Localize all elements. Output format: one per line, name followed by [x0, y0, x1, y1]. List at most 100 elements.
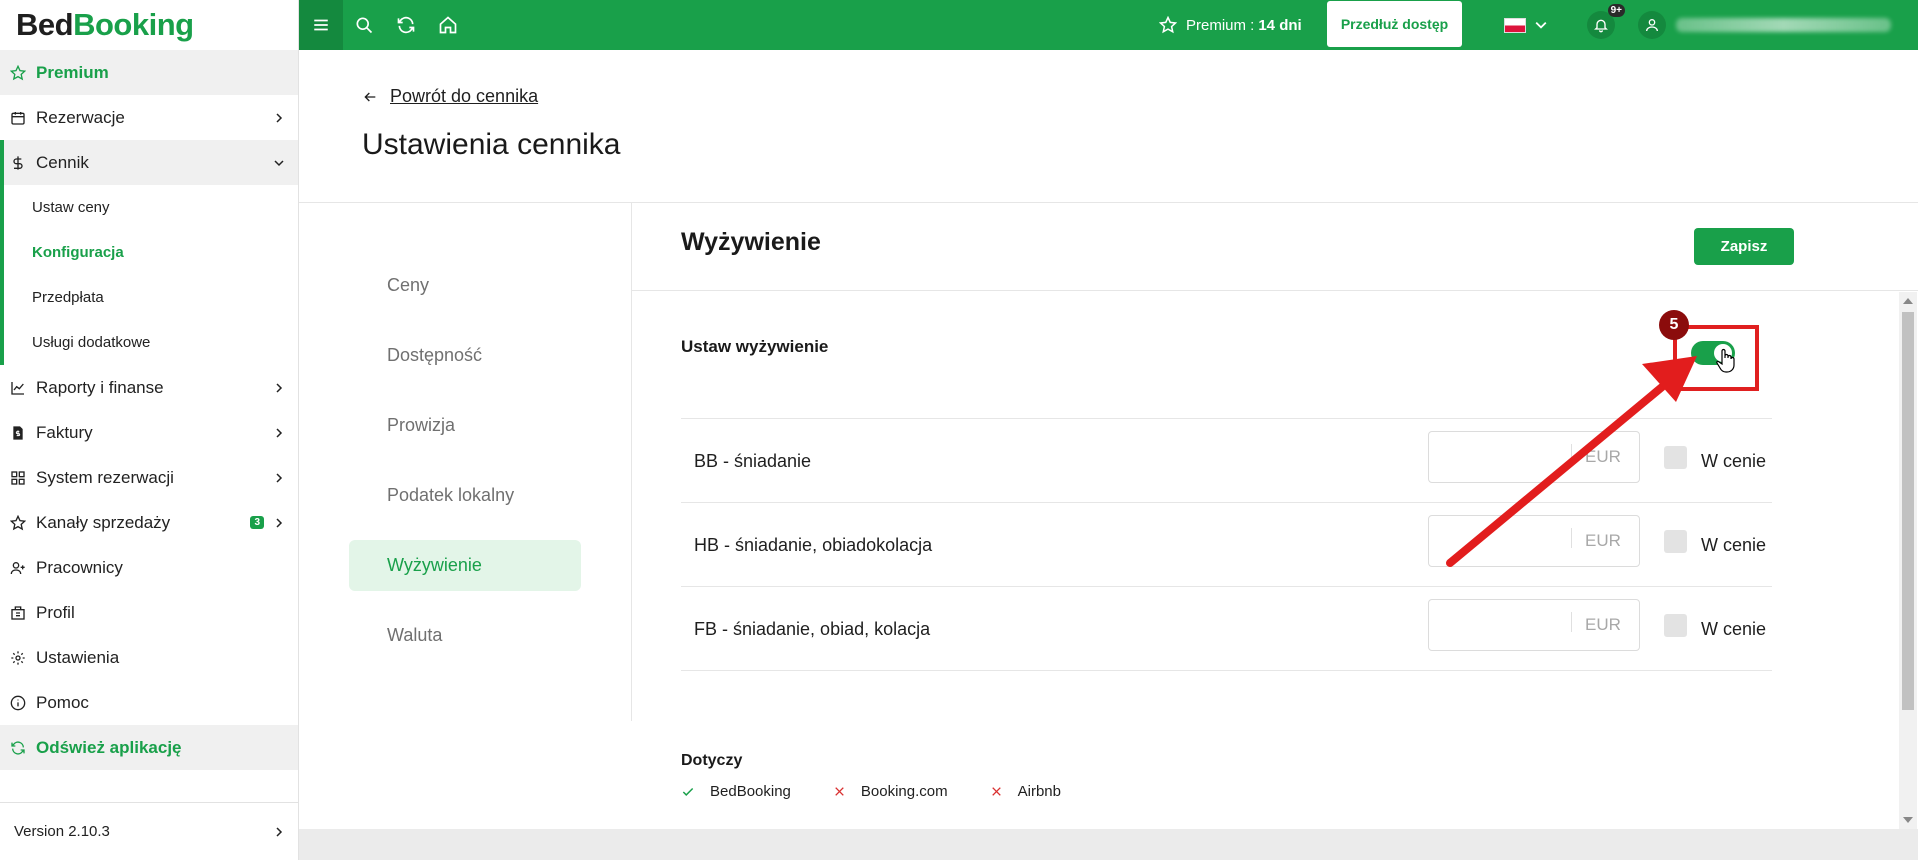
sidebar-item-rezerwacje[interactable]: Rezerwacje: [0, 95, 298, 140]
applies-item-label: BedBooking: [710, 783, 791, 800]
tab-prowizja[interactable]: Prowizja: [349, 400, 581, 451]
brand-logo[interactable]: Bed Booking: [0, 0, 298, 50]
sidebar-item-pracownicy[interactable]: Pracownicy: [0, 545, 298, 590]
home-icon: [439, 16, 457, 34]
sidebar-nav: Premium Rezerwacje Cennik: [0, 50, 298, 185]
sidebar-item-system-rezerwacji[interactable]: System rezerwacji: [0, 455, 298, 500]
currency-label: EUR: [1585, 447, 1621, 466]
back-to-pricing-link[interactable]: Powrót do cennika: [362, 86, 538, 107]
hand-cursor-icon: [1716, 348, 1735, 373]
included-in-price-checkbox[interactable]: [1664, 614, 1687, 637]
dollar-icon: [10, 155, 26, 171]
refresh-icon: [397, 16, 415, 34]
poland-flag-icon: [1504, 17, 1526, 33]
version-label: Version 2.10.3: [14, 823, 110, 840]
sidebar-nav-lower: Raporty i finanse Faktury System rezerwa…: [0, 365, 298, 770]
included-in-price-checkbox[interactable]: [1664, 530, 1687, 553]
star-outline-icon: [1159, 16, 1177, 34]
gear-icon: [10, 650, 26, 666]
extend-access-button[interactable]: Przedłuż dostęp: [1327, 1, 1462, 47]
price-separator: [1571, 528, 1572, 548]
language-selector[interactable]: [1504, 0, 1547, 50]
sidebar-item-profil[interactable]: Profil: [0, 590, 298, 635]
scroll-thumb[interactable]: [1902, 312, 1914, 710]
chevron-down-icon: [1535, 21, 1547, 29]
currency-label: EUR: [1585, 615, 1621, 634]
menu-button[interactable]: [299, 0, 343, 50]
sidebar-item-ustawienia[interactable]: Ustawienia: [0, 635, 298, 680]
tabs-divider: [631, 203, 632, 721]
meal-price-input[interactable]: [1429, 432, 1571, 482]
notifications-button[interactable]: 9+: [1581, 0, 1625, 50]
included-in-price-checkbox[interactable]: [1664, 446, 1687, 469]
sidebar-item-label: Odśwież aplikację: [36, 737, 182, 757]
sidebar-item-raporty[interactable]: Raporty i finanse: [0, 365, 298, 410]
avatar: [1638, 11, 1666, 39]
sidebar-item-kanaly-sprzedazy[interactable]: Kanały sprzedaży 3: [0, 500, 298, 545]
included-in-price-label[interactable]: W cenie: [1701, 587, 1766, 671]
chevron-right-icon: [276, 826, 283, 837]
annotation-step-number: 5: [1659, 310, 1689, 340]
included-in-price-label[interactable]: W cenie: [1701, 419, 1766, 503]
tab-ceny[interactable]: Ceny: [349, 260, 581, 311]
sync-button[interactable]: [385, 0, 427, 50]
submenu-item-przedplata[interactable]: Przedpłata: [0, 275, 298, 320]
channels-count-badge: 3: [250, 516, 264, 529]
sidebar-item-label: Pomoc: [36, 692, 89, 712]
meal-row-fb: FB - śniadanie, obiad, kolacja EUR W cen…: [681, 587, 1772, 671]
search-button[interactable]: [343, 0, 385, 50]
sidebar-item-pomoc[interactable]: Pomoc: [0, 680, 298, 725]
back-link-label: Powrót do cennika: [390, 86, 539, 106]
brand-logo-part1: Bed: [16, 7, 74, 42]
sidebar-item-label: Cennik: [36, 152, 89, 172]
submenu-item-konfiguracja[interactable]: Konfiguracja: [0, 230, 298, 275]
sidebar-item-odswiez[interactable]: Odśwież aplikację: [0, 725, 298, 770]
sidebar-item-label: Kanały sprzedaży: [36, 512, 171, 532]
user-icon: [1646, 19, 1658, 32]
meal-price-input[interactable]: [1429, 600, 1571, 650]
panel-scrollbar[interactable]: [1899, 292, 1917, 829]
meal-row-bb: BB - śniadanie EUR W cenie: [681, 419, 1772, 503]
chevron-right-icon: [276, 112, 283, 123]
sidebar-item-label: Faktury: [36, 422, 93, 442]
check-icon: [681, 785, 695, 799]
scroll-up-arrow-icon[interactable]: [1903, 298, 1913, 304]
user-plus-icon: [10, 560, 26, 576]
sidebar-item-premium[interactable]: Premium: [0, 50, 298, 95]
sidebar-item-label: Profil: [36, 602, 75, 622]
version-info[interactable]: Version 2.10.3: [0, 802, 298, 860]
sidebar-item-faktury[interactable]: Faktury: [0, 410, 298, 455]
meal-name: FB - śniadanie, obiad, kolacja: [694, 618, 931, 639]
tab-wyzywienie[interactable]: Wyżywienie: [349, 540, 581, 591]
applies-item-booking: Booking.com: [833, 783, 948, 800]
sidebar-item-label: Pracownicy: [36, 557, 123, 577]
meal-name: BB - śniadanie: [694, 450, 812, 471]
home-button[interactable]: [427, 0, 469, 50]
tab-podatek-lokalny[interactable]: Podatek lokalny: [349, 470, 581, 521]
submenu-item-uslugi-dodatkowe[interactable]: Usługi dodatkowe: [0, 320, 298, 365]
user-email-redacted: [1676, 18, 1891, 32]
submenu-item-ustaw-ceny[interactable]: Ustaw ceny: [0, 185, 298, 230]
sidebar-item-label: Rezerwacje: [36, 107, 125, 127]
save-button[interactable]: Zapisz: [1694, 228, 1794, 265]
meal-price-input[interactable]: [1429, 516, 1571, 566]
premium-days: 14 dni: [1258, 16, 1302, 34]
applies-item-label: Booking.com: [860, 783, 948, 800]
tab-dostepnosc[interactable]: Dostępność: [349, 330, 581, 381]
included-in-price-label[interactable]: W cenie: [1701, 503, 1766, 587]
sidebar-item-cennik[interactable]: Cennik: [0, 140, 298, 185]
user-menu[interactable]: [1638, 0, 1891, 50]
scroll-down-arrow-icon[interactable]: [1903, 817, 1913, 823]
currency-label: EUR: [1585, 531, 1621, 550]
tab-waluta[interactable]: Waluta: [349, 610, 581, 661]
arrow-left-icon: [362, 89, 378, 105]
panel-divider: [632, 290, 1918, 291]
premium-status[interactable]: Premium : 14 dni: [1159, 0, 1302, 50]
applies-item-label: Airbnb: [1017, 783, 1061, 800]
sidebar-item-label: System rezerwacji: [36, 467, 174, 487]
meal-name: HB - śniadanie, obiadokolacja: [694, 534, 933, 555]
chart-line-icon: [10, 380, 26, 396]
page-title: Ustawienia cennika: [362, 128, 621, 161]
main-content: Powrót do cennika Ustawienia cennika Cen…: [299, 50, 1918, 829]
applies-item-bedbooking: BedBooking: [681, 783, 791, 800]
